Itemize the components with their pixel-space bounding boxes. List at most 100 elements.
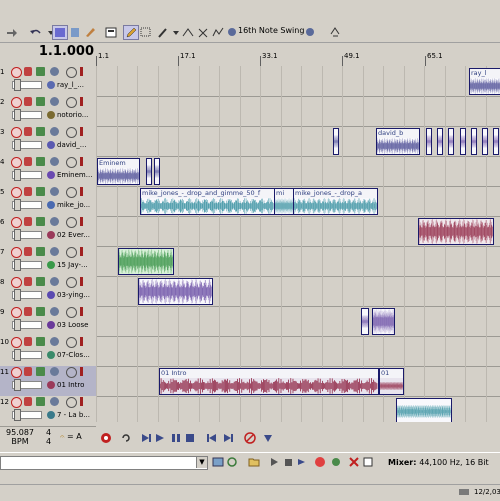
arm-record-icon[interactable] [11, 157, 22, 168]
key-signature[interactable]: 𝄐 = A [60, 432, 82, 442]
go-to-end-icon[interactable] [222, 432, 234, 444]
track-header[interactable]: 4 Eminem... [0, 156, 96, 187]
add-fx-icon[interactable] [36, 217, 45, 226]
mute-icon[interactable] [66, 157, 77, 168]
arm-record-icon[interactable] [11, 67, 22, 78]
audio-event[interactable] [333, 128, 339, 155]
snap-icon[interactable] [67, 25, 83, 40]
add-fx-icon[interactable] [36, 187, 45, 196]
automation-icon[interactable] [50, 337, 59, 346]
audio-event[interactable]: mike_jones_-_drop_a [293, 188, 378, 215]
play-icon[interactable] [154, 432, 166, 444]
delete-icon[interactable] [348, 456, 360, 468]
fx-icon[interactable] [24, 307, 32, 316]
audio-event[interactable]: 01 Intro [159, 368, 379, 395]
add-fx-icon[interactable] [36, 277, 45, 286]
volume-knob[interactable] [14, 349, 21, 361]
fx-icon[interactable] [24, 367, 32, 376]
audio-event[interactable] [396, 398, 452, 422]
tool-icon[interactable] [82, 25, 98, 40]
fx-icon[interactable] [24, 337, 32, 346]
solo-icon[interactable] [80, 337, 83, 346]
split-icon[interactable] [195, 25, 211, 40]
mute-icon[interactable] [66, 127, 77, 138]
mute-icon[interactable] [66, 217, 77, 228]
fx-icon[interactable] [24, 187, 32, 196]
mute-icon[interactable] [66, 367, 77, 378]
arrow-icon[interactable] [4, 25, 20, 40]
solo-icon[interactable] [80, 217, 83, 226]
solo-icon[interactable] [80, 277, 83, 286]
volume-knob[interactable] [14, 199, 21, 211]
fx-icon[interactable] [24, 397, 32, 406]
stop-icon[interactable] [184, 432, 196, 444]
automation-icon[interactable] [50, 187, 59, 196]
arm-record-icon[interactable] [11, 397, 22, 408]
audio-event[interactable]: david_b [376, 128, 420, 155]
pan-knob[interactable] [47, 231, 55, 239]
groove-selector[interactable]: 16th Note Swing [238, 26, 304, 35]
automation-icon[interactable] [50, 157, 59, 166]
folder-icon[interactable] [248, 456, 260, 468]
tempo-display[interactable]: 95.087 BPM [6, 428, 34, 446]
mute-icon[interactable] [66, 397, 77, 408]
arm-record-icon[interactable] [11, 367, 22, 378]
automation-icon[interactable] [50, 247, 59, 256]
mute-icon[interactable] [66, 67, 77, 78]
timeline-area[interactable]: ray_l david_b Eminem mike_jones_-_drop_and_… [96, 66, 500, 422]
add-fx-icon[interactable] [36, 397, 45, 406]
scrub-icon[interactable] [180, 25, 196, 40]
add-fx-icon[interactable] [36, 367, 45, 376]
audio-event[interactable] [418, 218, 494, 245]
mute-icon[interactable] [66, 337, 77, 348]
stop-preview-icon[interactable] [282, 456, 294, 468]
solo-icon[interactable] [80, 397, 83, 406]
audio-event[interactable] [154, 158, 160, 185]
arm-record-icon[interactable] [11, 247, 22, 258]
track-header[interactable]: 3 david_... [0, 126, 96, 157]
mute-icon[interactable] [66, 277, 77, 288]
volume-knob[interactable] [14, 289, 21, 301]
pencil-icon[interactable] [123, 25, 139, 40]
fx-icon[interactable] [24, 217, 32, 226]
arm-record-icon[interactable] [11, 277, 22, 288]
views-icon[interactable] [362, 456, 374, 468]
refresh-icon[interactable] [226, 456, 238, 468]
track-header[interactable]: 10 07-Clos... [0, 336, 96, 367]
automation-icon[interactable] [50, 67, 59, 76]
undo-icon[interactable] [28, 25, 44, 40]
audio-event[interactable]: mike_jones_-_drop_and_gimme_50_f [140, 188, 275, 215]
solo-icon[interactable] [80, 307, 83, 316]
volume-knob[interactable] [14, 379, 21, 391]
pan-knob[interactable] [47, 321, 55, 329]
track-header[interactable]: 8 03-ying... [0, 276, 96, 307]
volume-knob[interactable] [14, 169, 21, 181]
mute-icon[interactable] [66, 247, 77, 258]
audio-event[interactable] [448, 128, 454, 155]
automation-icon[interactable] [50, 277, 59, 286]
audio-event[interactable] [146, 158, 152, 185]
track-lane[interactable] [96, 96, 500, 127]
audio-event[interactable]: 01 [379, 368, 404, 395]
time-signature[interactable]: 4 4 [46, 428, 51, 446]
groove-settings-icon[interactable] [303, 25, 319, 40]
automation-icon[interactable] [50, 307, 59, 316]
add-fx-icon[interactable] [36, 97, 45, 106]
volume-knob[interactable] [14, 79, 21, 91]
audio-event[interactable] [372, 308, 395, 335]
mute-icon[interactable] [66, 307, 77, 318]
pan-knob[interactable] [47, 201, 55, 209]
add-fx-icon[interactable] [36, 307, 45, 316]
grid-icon[interactable] [52, 25, 68, 40]
help-icon[interactable] [327, 25, 343, 40]
automation-icon[interactable] [50, 367, 59, 376]
fx-icon[interactable] [24, 67, 32, 76]
audio-event[interactable] [361, 308, 369, 335]
audio-event[interactable] [426, 128, 432, 155]
track-header[interactable]: 12 7 - La b... [0, 396, 96, 427]
audio-event[interactable] [118, 248, 174, 275]
select-icon[interactable] [138, 25, 154, 40]
pan-knob[interactable] [47, 411, 55, 419]
pan-knob[interactable] [47, 291, 55, 299]
pan-knob[interactable] [47, 141, 55, 149]
